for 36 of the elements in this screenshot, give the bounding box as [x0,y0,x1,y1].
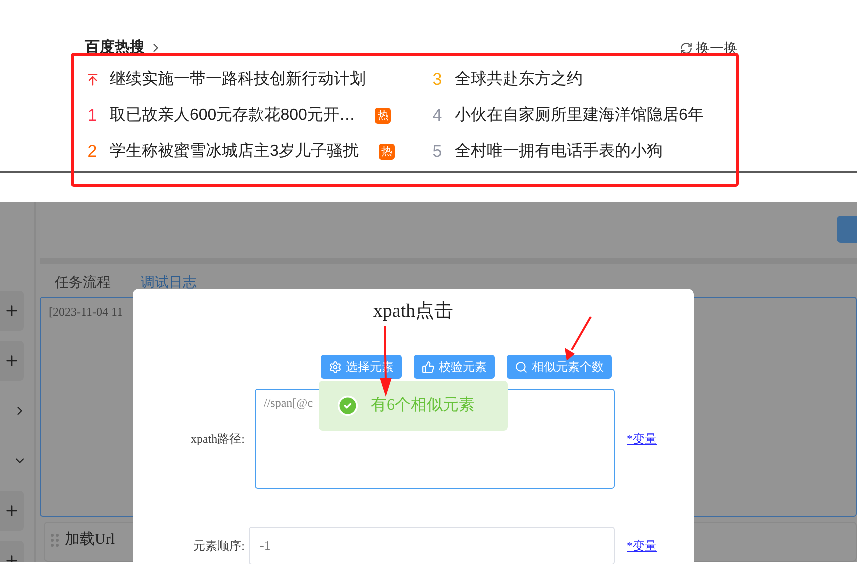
tab[interactable]: 任务流程 [55,273,111,294]
hot-badge: 热 [375,108,392,124]
rank-number: 4 [432,105,442,128]
plus-icon[interactable] [4,303,20,319]
rank-number: 1 [88,105,98,128]
hot-badge: 热 [378,144,395,160]
hot-search-link[interactable]: 全球共赴东方之约 [455,68,583,92]
drag-handle-icon[interactable] [51,534,59,547]
dialog-title: xpath点击 [372,300,455,324]
input-field[interactable]: -1 [249,527,615,564]
check-circle-icon [337,395,359,417]
refresh-icon [680,42,693,54]
log-line: [2023-11-04 11 [49,305,124,319]
field-label: xpath路径: [190,431,245,448]
gear-icon [329,360,342,374]
variable-link[interactable]: *变量 [627,537,657,555]
card-title: 加载Url [65,530,115,550]
toast-message: 有6个相似元素 [371,396,475,416]
plus-icon[interactable] [4,503,20,519]
field-label: 元素顺序: [192,538,245,555]
hot-search-link[interactable]: 取已故亲人600元存款花800元开… [110,104,356,128]
rank-number: 5 [432,141,442,164]
variable-link[interactable]: *变量 [627,430,657,448]
rank-number: 3 [432,69,442,92]
thumbs-up-icon [422,360,435,374]
annotation-arrow [563,316,593,362]
add-button[interactable] [0,341,24,381]
rank-number: 2 [88,141,98,164]
search-icon [515,360,528,374]
hot-search-link[interactable]: 学生称被蜜雪冰城店主3岁儿子骚扰 [110,140,359,164]
hot-search-link[interactable]: 继续实施一带一路科技创新行动计划 [110,68,366,92]
hot-search-link[interactable]: 小伙在自家厕所里建海洋馆隐居6年 [455,104,704,128]
add-button[interactable] [0,291,24,331]
hot-search-link[interactable]: 全村唯一拥有电话手表的小狗 [455,140,663,164]
add-button[interactable] [0,491,24,531]
plus-icon[interactable] [4,353,20,369]
